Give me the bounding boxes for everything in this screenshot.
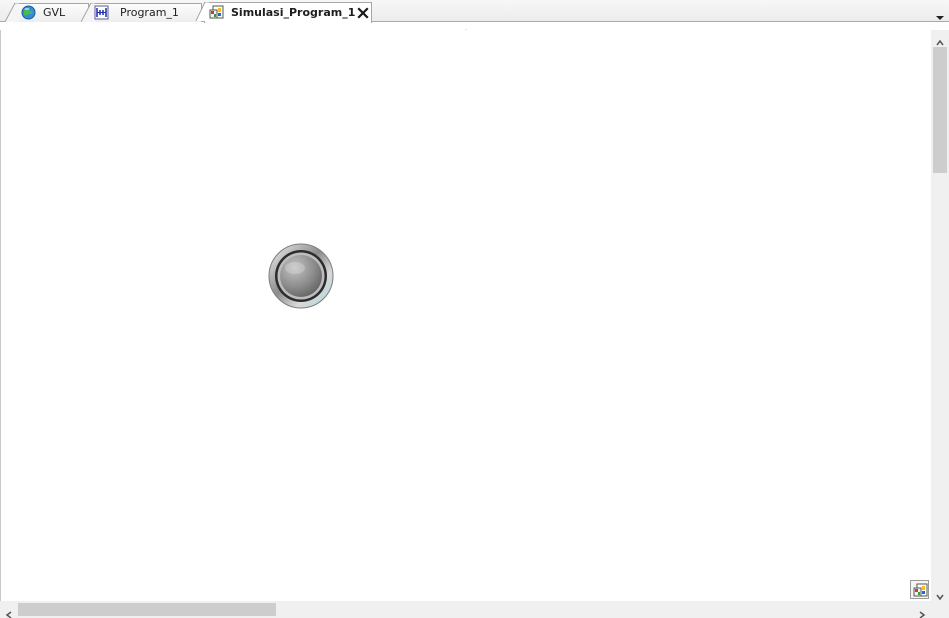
chevron-left-icon[interactable] — [4, 605, 14, 618]
close-icon[interactable] — [357, 7, 369, 19]
horizontal-scrollbar[interactable] — [0, 601, 931, 618]
visualization-editor: GVL Program_1 Simulasi_Program_1 — [0, 0, 949, 618]
global-variable-list-icon — [21, 5, 36, 20]
tab-edge — [81, 3, 95, 22]
chevron-right-icon[interactable] — [917, 605, 927, 618]
ladder-program-icon — [94, 5, 109, 20]
visualization-icon[interactable] — [910, 580, 929, 599]
tab-gvl[interactable]: GVL — [5, 3, 89, 22]
tab-edge — [195, 2, 209, 21]
tab-program-1[interactable]: Program_1 — [81, 3, 202, 22]
chevron-up-icon[interactable] — [935, 33, 945, 46]
editor-tab-strip: GVL Program_1 Simulasi_Program_1 — [0, 0, 949, 23]
tab-label: GVL — [43, 6, 66, 19]
lamp-button[interactable] — [268, 243, 334, 309]
vertical-scrollbar-thumb[interactable] — [933, 47, 947, 173]
chevron-down-icon[interactable] — [935, 7, 945, 20]
visualization-canvas[interactable] — [0, 30, 931, 601]
scrollbar-corner — [931, 601, 949, 618]
tab-simulasi-program-1[interactable]: Simulasi_Program_1 — [195, 2, 372, 23]
horizontal-scrollbar-thumb[interactable] — [18, 603, 276, 616]
tab-label: Simulasi_Program_1 — [231, 6, 356, 19]
visualization-icon — [209, 5, 224, 20]
tab-edge — [5, 3, 19, 22]
vertical-scrollbar[interactable] — [931, 30, 949, 601]
pane-splitter[interactable] — [460, 22, 491, 36]
chevron-down-icon[interactable] — [935, 587, 945, 601]
tab-label: Program_1 — [120, 6, 179, 19]
